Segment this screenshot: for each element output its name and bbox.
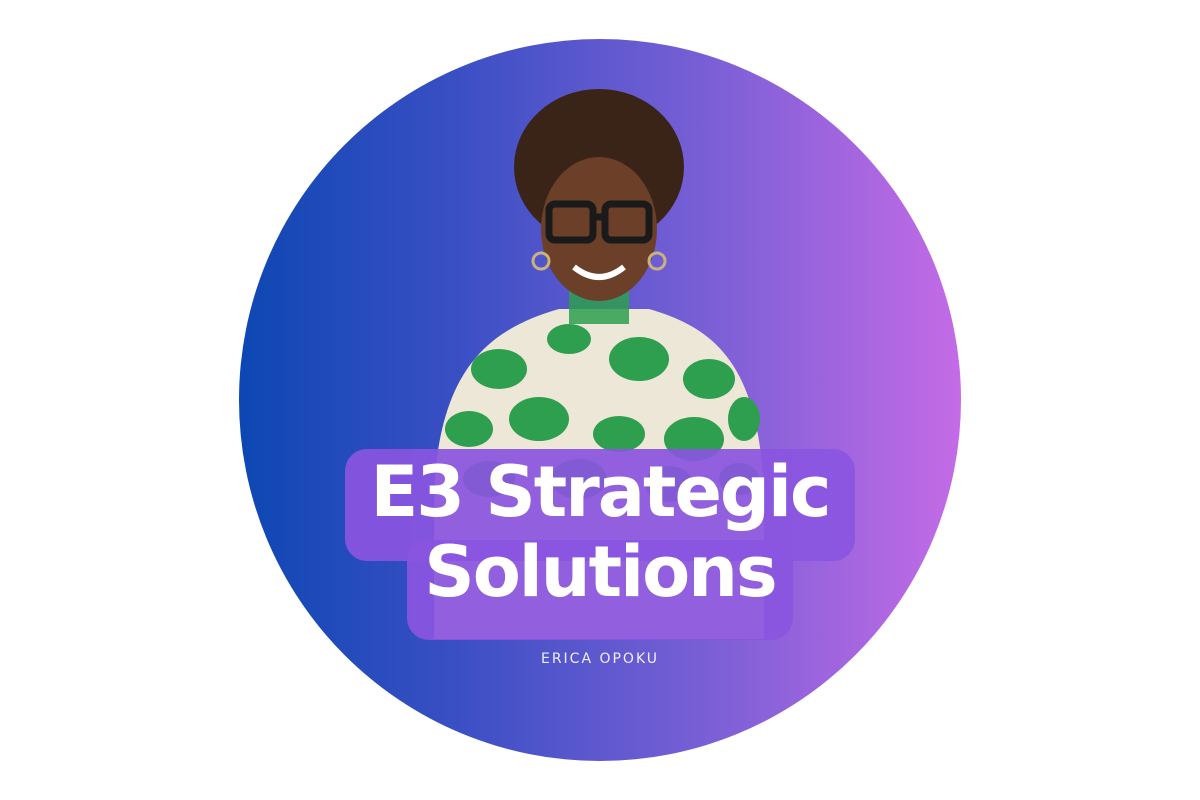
person-name: ERICA OPOKU	[540, 651, 660, 667]
brand-title-line1: E3 Strategic	[370, 451, 831, 533]
logo-canvas: E3 Strategic Solutions ERICA OPOKU	[0, 0, 1200, 800]
brand-title: E3 Strategic Solutions	[300, 452, 900, 612]
brand-title-line2: Solutions	[424, 531, 777, 613]
